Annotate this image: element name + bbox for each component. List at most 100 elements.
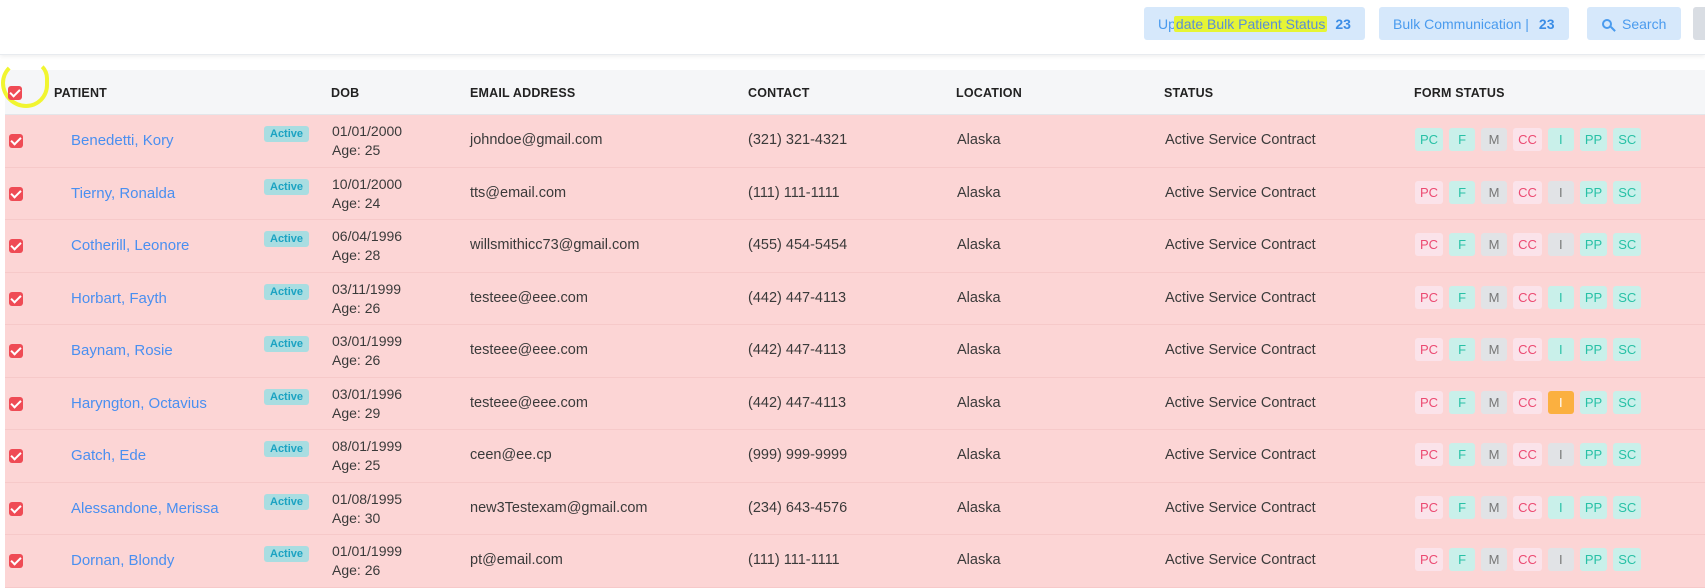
form-status-pill[interactable]: PP [1579,233,1608,256]
overflow-button-edge[interactable] [1693,7,1705,40]
form-status-pill[interactable]: SC [1613,390,1642,414]
form-status-pill[interactable]: I [1547,128,1574,151]
table-row[interactable]: Alessandone, Merissa Active 01/08/1995 A… [5,482,1705,535]
form-status-pill[interactable]: SC [1613,495,1642,519]
table-row[interactable]: Cotherill, Leonore Active 06/04/1996 Age… [5,220,1705,273]
form-status-pill[interactable]: CC [1513,180,1542,204]
row-checkbox[interactable] [9,396,23,411]
row-checkbox[interactable] [9,134,23,148]
patient-name-link[interactable]: Alessandone, Merissa [71,500,219,517]
row-checkbox[interactable] [9,554,23,568]
patient-name-link[interactable]: Dornan, Blondy [71,552,174,569]
form-status-pill[interactable]: F [1449,128,1476,151]
table-row[interactable]: Baynam, Rosie Active 03/01/1999 Age: 26 … [5,325,1705,378]
bulk-communication-button[interactable]: Bulk Communication | 23 [1379,7,1569,40]
form-status-pill[interactable]: SC [1613,285,1642,309]
form-status-pill[interactable]: F [1449,233,1476,256]
form-status-pill[interactable]: PP [1579,495,1608,519]
form-status-pill[interactable]: CC [1513,495,1542,519]
form-status-pill[interactable]: PP [1579,128,1608,151]
row-checkbox[interactable] [9,291,23,306]
form-status-pill[interactable]: F [1449,285,1476,309]
form-status-pill[interactable]: I [1547,495,1574,519]
col-email[interactable]: EMAIL ADDRESS [470,86,575,100]
form-status-pill[interactable]: PP [1579,390,1608,414]
form-status-pill[interactable]: CC [1513,128,1542,151]
table-row[interactable]: Haryngton, Octavius Active 03/01/1996 Ag… [5,377,1705,430]
form-status-pill[interactable]: M [1481,285,1508,309]
form-status-pill[interactable]: PC [1415,285,1444,309]
form-status-pill[interactable]: M [1481,443,1508,466]
form-status-pill[interactable]: F [1449,390,1476,414]
col-dob[interactable]: DOB [331,86,359,100]
update-bulk-patient-status-button[interactable]: Up date Bulk Patient Status 23 [1144,7,1365,40]
patient-name-link[interactable]: Benedetti, Kory [71,132,174,149]
form-status-pill[interactable]: PP [1579,285,1608,309]
form-status-pill[interactable]: CC [1513,443,1542,466]
form-status-pill[interactable]: F [1449,548,1476,571]
row-checkbox[interactable] [9,186,23,201]
col-form-status[interactable]: FORM STATUS [1414,86,1505,100]
form-status-pill[interactable]: PC [1415,548,1444,571]
form-status-pill[interactable]: PC [1415,128,1444,151]
form-status-pill[interactable]: PC [1415,233,1444,256]
form-status-pill[interactable]: SC [1613,443,1642,466]
col-patient[interactable]: PATIENT [54,86,107,100]
form-status-pill[interactable]: I [1547,443,1574,466]
patient-name-link[interactable]: Baynam, Rosie [71,342,173,359]
form-status-pill[interactable]: CC [1513,285,1542,309]
form-status-pill[interactable]: F [1449,180,1476,204]
form-status-pill[interactable]: PC [1415,338,1444,361]
select-all-checkbox[interactable] [8,86,22,100]
patient-name-link[interactable]: Horbart, Fayth [71,290,167,307]
col-status[interactable]: STATUS [1164,86,1213,100]
form-status-pill[interactable]: M [1481,180,1508,204]
form-status-pill[interactable]: I [1547,548,1574,571]
row-checkbox[interactable] [9,449,23,463]
patient-name-link[interactable]: Tierny, Ronalda [71,185,175,202]
search-button[interactable]: Search [1587,7,1682,40]
form-status-pill[interactable]: I [1547,390,1574,414]
form-status-pill[interactable]: PC [1415,495,1444,519]
form-status-pill[interactable]: F [1449,338,1476,361]
patient-name-link[interactable]: Gatch, Ede [71,447,146,464]
form-status-pill[interactable]: CC [1513,338,1542,361]
form-status-pill[interactable]: SC [1613,338,1642,361]
form-status-pill[interactable]: M [1481,390,1508,414]
form-status-pill[interactable]: CC [1513,233,1542,256]
table-row[interactable]: Horbart, Fayth Active 03/11/1999 Age: 26… [5,272,1705,325]
form-status-pill[interactable]: I [1547,285,1574,309]
form-status-pill[interactable]: F [1449,443,1476,466]
form-status-pill[interactable]: PP [1579,180,1608,204]
form-status-pill[interactable]: M [1481,495,1508,519]
row-checkbox[interactable] [9,344,23,358]
table-row[interactable]: Benedetti, Kory Active 01/01/2000 Age: 2… [5,115,1705,168]
form-status-pill[interactable]: PC [1415,180,1444,204]
form-status-pill[interactable]: I [1547,233,1574,256]
form-status-pill[interactable]: PC [1415,443,1444,466]
form-status-pill[interactable]: M [1481,338,1508,361]
form-status-pill[interactable]: F [1449,495,1476,519]
col-location[interactable]: LOCATION [956,86,1022,100]
form-status-pill[interactable]: I [1547,338,1574,361]
form-status-pill[interactable]: SC [1613,548,1642,571]
row-checkbox[interactable] [9,501,23,516]
form-status-pill[interactable]: M [1481,548,1508,571]
form-status-pill[interactable]: PP [1579,338,1608,361]
form-status-pill[interactable]: SC [1613,128,1642,151]
form-status-pill[interactable]: SC [1613,233,1642,256]
table-row[interactable]: Dornan, Blondy Active 01/01/1999 Age: 26… [5,535,1705,588]
form-status-pill[interactable]: PP [1579,548,1608,571]
table-row[interactable]: Tierny, Ronalda Active 10/01/2000 Age: 2… [5,167,1705,220]
patient-name-link[interactable]: Cotherill, Leonore [71,237,189,254]
col-contact[interactable]: CONTACT [748,86,810,100]
form-status-pill[interactable]: PP [1579,443,1608,466]
table-row[interactable]: Gatch, Ede Active 08/01/1999 Age: 25 cee… [5,430,1705,483]
form-status-pill[interactable]: PC [1415,390,1444,414]
form-status-pill[interactable]: M [1481,128,1508,151]
form-status-pill[interactable]: M [1481,233,1508,256]
form-status-pill[interactable]: SC [1613,180,1642,204]
form-status-pill[interactable]: CC [1513,390,1542,414]
form-status-pill[interactable]: CC [1513,548,1542,571]
form-status-pill[interactable]: I [1547,180,1574,204]
